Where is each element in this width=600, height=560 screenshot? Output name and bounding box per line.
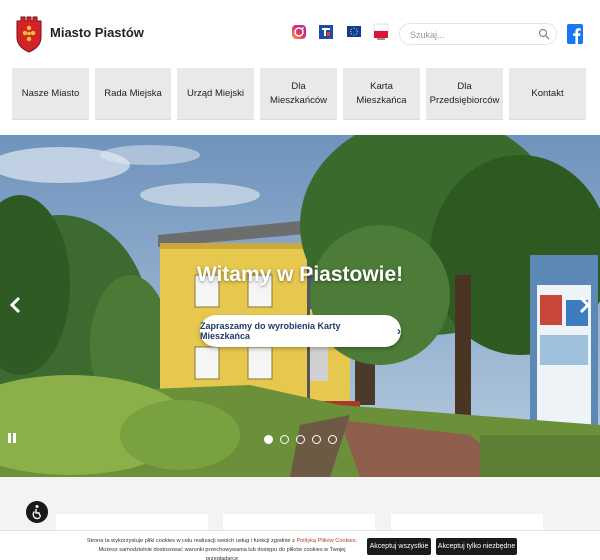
slider-prev-arrow-icon[interactable] (8, 295, 24, 315)
cookie-banner: Strona ta wykorzystuje pliki cookies w c… (0, 530, 600, 560)
accept-necessary-cookies-button[interactable]: Akceptuj tylko niezbędne (436, 538, 517, 555)
nav-item-dla-mieszkancow[interactable]: Dla Mieszkańców (260, 68, 337, 120)
instagram-icon[interactable] (291, 24, 307, 40)
hero-photo (0, 135, 600, 477)
cookie-policy-link[interactable]: Polityką Plików Cookies (296, 538, 355, 544)
eu-flag-icon[interactable] (346, 24, 362, 40)
cookie-message: Strona ta wykorzystuje pliki cookies w c… (82, 537, 362, 560)
hero-title: Witamy w Piastowie! (196, 263, 404, 286)
chevron-right-icon: › (397, 324, 401, 338)
slider-dot[interactable] (296, 435, 305, 444)
nav-item-dla-przedsiebiorcow[interactable]: Dla Przedsiębiorców (426, 68, 503, 120)
nav-item-karta-mieszkanca[interactable]: Karta Mieszkańca (343, 68, 420, 120)
bip-icon[interactable] (318, 24, 334, 40)
facebook-icon[interactable] (567, 24, 583, 44)
cookie-text-before: Strona ta wykorzystuje pliki cookies w c… (86, 538, 297, 544)
slider-dot[interactable] (280, 435, 289, 444)
search-box (399, 23, 557, 45)
hero-cta-label: Zapraszamy do wyrobienia Karty Mieszkańc… (200, 321, 341, 341)
pause-icon[interactable] (6, 432, 18, 444)
site-title[interactable]: Miasto Piastów (50, 25, 144, 40)
slider-dot[interactable] (264, 435, 273, 444)
nav-item-kontakt[interactable]: Kontakt (509, 68, 586, 120)
accept-all-cookies-button[interactable]: Akceptuj wszystkie (367, 538, 431, 555)
main-navigation: Nasze Miasto Rada Miejska Urząd Miejski … (12, 68, 588, 120)
poland-flag-icon[interactable] (373, 22, 389, 42)
nav-item-urzad-miejski[interactable]: Urząd Miejski (177, 68, 254, 120)
slider-dots (264, 435, 337, 444)
search-icon[interactable] (538, 28, 550, 40)
hero-cta-button[interactable]: Zapraszamy do wyrobienia Karty Mieszkańc… (200, 315, 401, 347)
slider-dot[interactable] (312, 435, 321, 444)
nav-item-rada-miejska[interactable]: Rada Miejska (95, 68, 171, 120)
city-crest-icon[interactable] (15, 13, 43, 53)
slider-dot[interactable] (328, 435, 337, 444)
accessibility-icon[interactable] (26, 501, 48, 523)
search-input[interactable] (410, 27, 530, 42)
hero-slider: Witamy w Piastowie! Zapraszamy do wyrobi… (0, 135, 600, 477)
slider-next-arrow-icon[interactable] (576, 295, 592, 315)
nav-item-nasze-miasto[interactable]: Nasze Miasto (12, 68, 89, 120)
site-header: Miasto Piastów (0, 0, 600, 68)
